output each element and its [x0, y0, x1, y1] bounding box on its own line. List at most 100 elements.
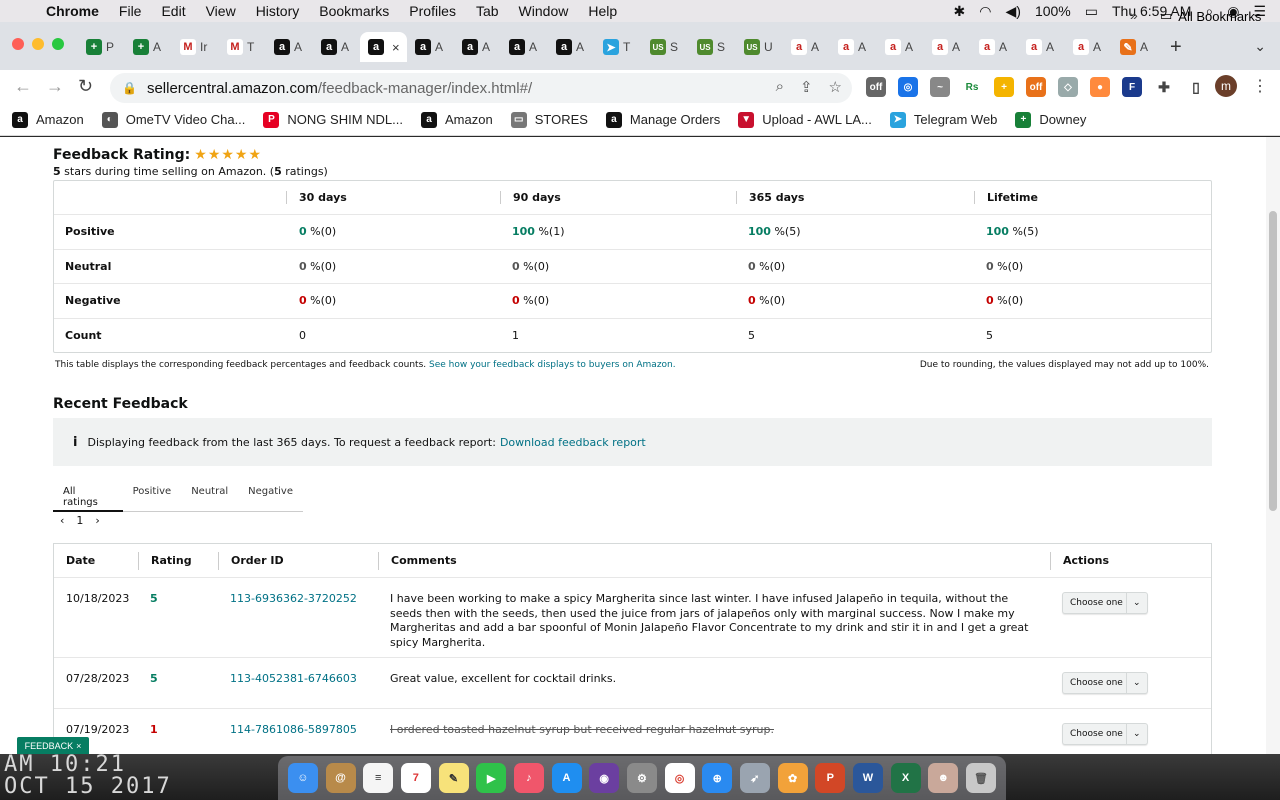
side-panel-icon[interactable]: ▯ — [1186, 77, 1206, 97]
extension-off-orange-icon[interactable]: off — [1026, 77, 1046, 97]
bookmark-1[interactable]: ◐ OmeTV Video Cha... — [101, 111, 245, 128]
download-report-link[interactable]: Download feedback report — [500, 436, 646, 449]
menu-profiles[interactable]: Profiles — [399, 3, 466, 19]
extension-off-icon[interactable]: off — [866, 77, 886, 97]
battery-icon[interactable]: ▭ — [1085, 3, 1098, 20]
extension-abacus-icon[interactable]: + — [994, 77, 1014, 97]
battery-percent[interactable]: 100% — [1035, 3, 1071, 19]
new-tab-button[interactable]: + — [1170, 36, 1182, 59]
extension-rs-icon[interactable]: Rs — [962, 77, 982, 97]
tab-11[interactable]: ➤ T — [595, 32, 642, 62]
tab-4[interactable]: aA — [266, 32, 313, 62]
profile-avatar[interactable]: m — [1215, 75, 1237, 97]
lock-icon[interactable]: 🔒 — [122, 81, 137, 95]
tab-neutral[interactable]: Neutral — [181, 480, 238, 512]
tab-10[interactable]: aA — [548, 32, 595, 62]
feedback-display-link[interactable]: See how your feedback displays to buyers… — [429, 360, 676, 370]
chevron-down-icon[interactable]: ⌄ — [1125, 592, 1147, 614]
tab-5[interactable]: aA — [313, 32, 360, 62]
launchpad-icon[interactable]: ➶ — [739, 763, 770, 793]
close-tab-icon[interactable]: × — [392, 40, 400, 55]
close-window-button[interactable] — [12, 38, 24, 50]
extension-gray-icon[interactable]: ~ — [930, 77, 950, 97]
extensions-puzzle-icon[interactable]: ✚ — [1154, 77, 1174, 97]
tab-8[interactable]: aA — [454, 32, 501, 62]
page-scrollbar[interactable] — [1266, 137, 1280, 754]
reload-icon[interactable]: ↻ — [78, 76, 93, 97]
bookmark-star-icon[interactable]: ☆ — [829, 78, 842, 96]
address-bar[interactable]: 🔒 sellercentral.amazon.com /feedback-man… — [110, 73, 852, 103]
back-arrow-icon[interactable]: ← — [14, 76, 32, 97]
extension-blue-icon[interactable]: ◎ — [898, 77, 918, 97]
chrome-icon[interactable]: ◎ — [664, 763, 695, 793]
forward-arrow-icon[interactable]: → — [46, 76, 64, 97]
menu-edit[interactable]: Edit — [151, 3, 195, 19]
choose-action-dropdown[interactable]: Choose one ⌄ — [1062, 592, 1148, 614]
user-photo-icon[interactable]: ☻ — [928, 763, 959, 793]
chevron-down-icon[interactable]: ⌄ — [1125, 672, 1147, 694]
tab-18[interactable]: aA — [924, 32, 971, 62]
bluetooth-icon[interactable]: ✱ — [954, 3, 966, 20]
trash-icon[interactable]: 🗑 — [965, 763, 996, 793]
menu-history[interactable]: History — [246, 3, 310, 19]
tab-positive[interactable]: Positive — [123, 480, 182, 512]
header-rating[interactable]: Rating — [138, 551, 218, 570]
notes-icon[interactable]: ✎ — [438, 763, 469, 793]
bookmarks-overflow-icon[interactable]: » — [1130, 7, 1138, 23]
menu-app-name[interactable]: Chrome — [36, 3, 109, 19]
finder-icon[interactable]: ☺ — [287, 763, 318, 793]
menu-tab[interactable]: Tab — [466, 3, 509, 19]
tab-12[interactable]: US S — [642, 32, 689, 62]
tab-all-ratings[interactable]: All ratings — [53, 480, 123, 512]
contacts-icon[interactable]: @ — [325, 763, 356, 793]
tab-6[interactable]: a × — [360, 32, 407, 62]
menu-bookmarks[interactable]: Bookmarks — [309, 3, 399, 19]
tab-16[interactable]: aA — [830, 32, 877, 62]
choose-action-dropdown[interactable]: Choose one ⌄ — [1062, 672, 1148, 694]
excel-icon[interactable]: X — [890, 763, 921, 793]
scrollbar-thumb[interactable] — [1269, 211, 1277, 511]
bookmark-8[interactable]: + Downey — [1015, 111, 1086, 128]
safari-icon[interactable]: ⊕ — [702, 763, 733, 793]
tab-search-chevron-icon[interactable]: ⌄ — [1254, 38, 1266, 55]
tab-9[interactable]: aA — [501, 32, 548, 62]
tab-14[interactable]: US U — [736, 32, 783, 62]
app-store-icon[interactable]: A — [551, 763, 582, 793]
tab-20[interactable]: aA — [1018, 32, 1065, 62]
tab-22[interactable]: ✎ A — [1112, 32, 1159, 62]
extension-cube-icon[interactable]: ◇ — [1058, 77, 1078, 97]
zoom-icon[interactable]: ⌕ — [776, 78, 784, 96]
order-id-link[interactable]: 113-6936362-3720252 — [218, 592, 378, 657]
bookmark-3[interactable]: a Amazon — [421, 111, 493, 128]
header-order-id[interactable]: Order ID — [218, 551, 378, 570]
share-icon[interactable]: ⇪ — [800, 78, 813, 96]
close-icon[interactable]: × — [76, 741, 81, 751]
calendar-icon[interactable]: 7 — [400, 763, 431, 793]
facetime-icon[interactable]: ▶ — [476, 763, 507, 793]
reminders-icon[interactable]: ≡ — [363, 763, 394, 793]
order-id-link[interactable]: 113-4052381-6746603 — [218, 672, 378, 708]
photos-icon[interactable]: ✿ — [777, 763, 808, 793]
menu-view[interactable]: View — [196, 3, 246, 19]
extension-f-icon[interactable]: F — [1122, 77, 1142, 97]
minimize-window-button[interactable] — [32, 38, 44, 50]
bookmark-0[interactable]: a Amazon — [12, 111, 84, 128]
tab-0[interactable]: + P — [78, 32, 125, 62]
chevron-down-icon[interactable]: ⌄ — [1125, 723, 1147, 745]
next-page-chevron-icon[interactable]: › — [95, 514, 99, 527]
all-bookmarks[interactable]: ▭ All Bookmarks — [1160, 8, 1261, 24]
tab-15[interactable]: aA — [783, 32, 830, 62]
prev-page-chevron-icon[interactable]: ‹ — [60, 514, 64, 527]
chrome-menu-icon[interactable]: ⋮ — [1252, 76, 1268, 96]
bookmark-4[interactable]: ▭ STORES — [510, 111, 588, 128]
word-icon[interactable]: W — [852, 763, 883, 793]
header-date[interactable]: Date — [54, 552, 138, 570]
extension-orange-circle-icon[interactable]: ● — [1090, 77, 1110, 97]
tab-3[interactable]: MT — [219, 32, 266, 62]
bookmark-7[interactable]: ➤ Telegram Web — [889, 111, 997, 128]
siri-dock-icon[interactable]: ◉ — [589, 763, 620, 793]
system-preferences-icon[interactable]: ⚙ — [626, 763, 657, 793]
header-comments[interactable]: Comments — [378, 551, 1050, 570]
volume-icon[interactable]: ◀) — [1006, 3, 1021, 20]
order-id-link[interactable]: 114-7861086-5897805 — [218, 723, 378, 754]
